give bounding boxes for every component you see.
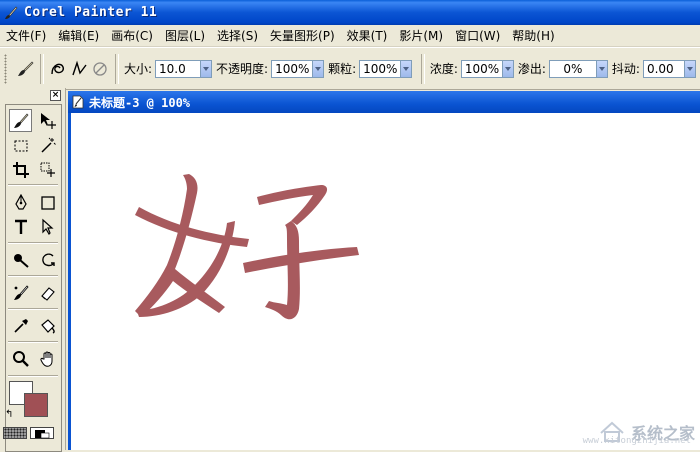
brush-property-bar: 大小: 10.0 不透明度: 100% 颗粒: 100% 浓度: 100% 渗出… [0, 47, 700, 90]
menu-layers[interactable]: 图层(L) [159, 27, 211, 44]
document-icon [72, 95, 84, 109]
magnifier-icon[interactable] [9, 347, 32, 370]
menu-effects[interactable]: 效果(T) [341, 27, 394, 44]
toolbox-close-icon[interactable]: × [50, 90, 61, 101]
toolbar-separator [115, 53, 119, 84]
grain-dropdown-icon[interactable] [400, 59, 413, 78]
watermark: 系统之家 www.xitongzhijia.net [583, 420, 695, 446]
document-title: 未标题-3 @ 100% [89, 95, 191, 110]
brush-icon[interactable] [15, 57, 36, 81]
grain-field[interactable]: 100% [359, 59, 413, 78]
paintbrush-app-icon [5, 6, 18, 19]
jitter-value[interactable]: 0.00 [642, 59, 684, 78]
concentration-field[interactable]: 100% [460, 59, 514, 78]
tool-divider [8, 341, 58, 343]
jitter-field[interactable]: 0.00 [642, 59, 696, 78]
size-value[interactable]: 10.0 [155, 59, 201, 78]
size-dropdown-icon[interactable] [200, 59, 213, 78]
menu-help[interactable]: 帮助(H) [506, 27, 560, 44]
opacity-dropdown-icon[interactable] [312, 59, 325, 78]
paper-selector-swatch[interactable] [3, 427, 27, 439]
toolbar-separator [40, 53, 44, 84]
dropper-blender-icon[interactable] [9, 248, 32, 271]
cloner-brush-icon[interactable] [9, 281, 32, 304]
bleed-label: 渗出: [517, 62, 546, 76]
tool-divider [8, 308, 58, 310]
secondary-color-swatch[interactable] [24, 393, 48, 417]
brush-strokes [135, 174, 359, 320]
tool-divider [8, 275, 58, 277]
watermark-url: www.xitongzhijia.net [582, 436, 691, 446]
jitter-dropdown-icon[interactable] [683, 59, 696, 78]
selection-adjuster-icon[interactable] [36, 158, 59, 181]
shape-selection-icon[interactable] [36, 215, 59, 238]
magic-wand-icon[interactable] [36, 134, 59, 157]
bleed-dropdown-icon[interactable] [595, 59, 608, 78]
jitter-label: 抖动: [611, 62, 640, 76]
pattern-selector-swatch[interactable] [30, 427, 54, 439]
reset-tool-icon[interactable] [90, 57, 111, 81]
toolbar-separator [421, 53, 425, 84]
layer-adjuster-icon[interactable] [36, 109, 59, 132]
document-titlebar[interactable]: 未标题-3 @ 100% [68, 91, 700, 113]
eyedropper-icon[interactable] [9, 314, 32, 337]
tool-divider [8, 184, 58, 186]
opacity-field[interactable]: 100% [271, 59, 325, 78]
pen-tool-icon[interactable] [9, 191, 32, 214]
tool-divider [8, 242, 58, 244]
rectangle-shape-icon[interactable] [36, 191, 59, 214]
eraser-icon[interactable] [36, 281, 59, 304]
menu-window[interactable]: 窗口(W) [449, 27, 506, 44]
rotate-page-icon[interactable] [36, 248, 59, 271]
opacity-label: 不透明度: [216, 62, 269, 76]
concentration-label: 浓度: [429, 62, 458, 76]
menu-canvas[interactable]: 画布(C) [105, 27, 159, 44]
toolbar-grip[interactable] [4, 53, 7, 84]
menu-shapes[interactable]: 矢量图形(P) [264, 27, 341, 44]
tool-divider [8, 375, 58, 377]
brush-tool-icon[interactable] [9, 109, 32, 132]
grabber-hand-icon[interactable] [36, 347, 59, 370]
app-titlebar: Corel Painter 11 [0, 0, 700, 25]
character-zi-strokes [243, 185, 359, 320]
toolbox-panel: × ↰ [0, 88, 66, 452]
opacity-value[interactable]: 100% [271, 59, 313, 78]
menu-edit[interactable]: 编辑(E) [52, 27, 105, 44]
concentration-value[interactable]: 100% [460, 59, 502, 78]
freehand-stroke-icon[interactable] [49, 57, 70, 81]
rectangular-selection-icon[interactable] [9, 134, 32, 157]
bleed-value[interactable]: 0% [548, 59, 596, 78]
grain-label: 颗粒: [328, 62, 357, 76]
concentration-dropdown-icon[interactable] [501, 59, 514, 78]
menu-bar: 文件(F) 编辑(E) 画布(C) 图层(L) 选择(S) 矢量图形(P) 效果… [0, 25, 700, 47]
app-title: Corel Painter 11 [24, 5, 158, 20]
size-label: 大小: [123, 62, 153, 76]
straight-line-stroke-icon[interactable] [69, 57, 90, 81]
menu-file[interactable]: 文件(F) [0, 27, 52, 44]
bleed-field[interactable]: 0% [548, 59, 608, 78]
crop-icon[interactable] [9, 158, 32, 181]
painting-canvas[interactable]: 系统之家 www.xitongzhijia.net [68, 113, 700, 450]
text-tool-icon[interactable] [9, 215, 32, 238]
character-nu-strokes [135, 174, 249, 317]
paint-bucket-icon[interactable] [36, 314, 59, 337]
swap-colors-icon[interactable]: ↰ [5, 409, 13, 420]
toolbox-header: × [0, 88, 65, 102]
menu-select[interactable]: 选择(S) [211, 27, 264, 44]
menu-movie[interactable]: 影片(M) [393, 27, 449, 44]
size-field[interactable]: 10.0 [155, 59, 213, 78]
grain-value[interactable]: 100% [359, 59, 401, 78]
